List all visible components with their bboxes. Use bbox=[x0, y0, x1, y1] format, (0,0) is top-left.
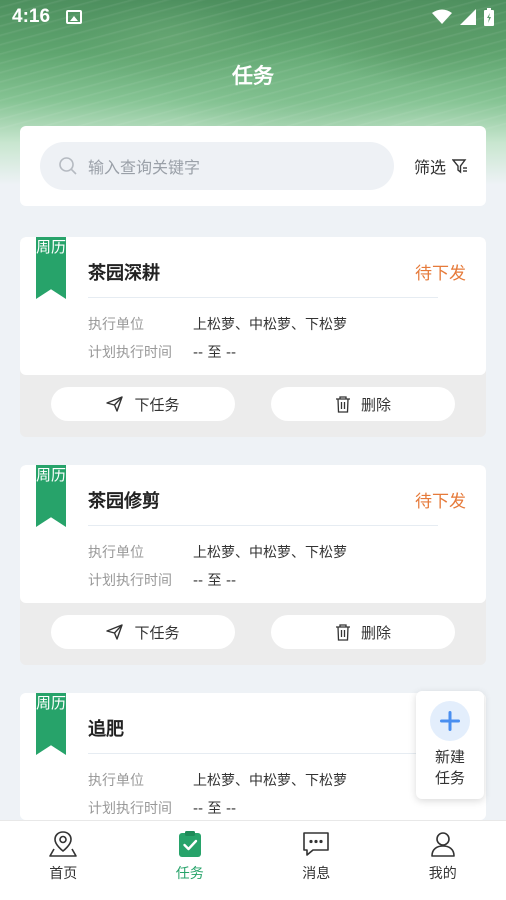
page-title: 任务 bbox=[232, 64, 274, 88]
time-row: 计划执行时间 -- 至 -- bbox=[88, 342, 236, 362]
divider bbox=[88, 753, 438, 754]
time-row: 计划执行时间 -- 至 -- bbox=[88, 570, 236, 590]
search-card: 输入查询关键字 筛选 bbox=[20, 126, 486, 206]
task-actions: 下任务 删除 bbox=[20, 375, 486, 437]
delete-label: 删除 bbox=[360, 623, 391, 642]
wifi-icon bbox=[432, 9, 452, 24]
nav-label: 任务 bbox=[175, 866, 204, 882]
status-icons bbox=[432, 8, 494, 26]
nav-item-profile[interactable]: 我的 bbox=[380, 821, 506, 900]
time-value: -- 至 -- bbox=[193, 801, 237, 817]
calendar-badge: 周历 bbox=[36, 237, 66, 299]
unit-label: 执行单位 bbox=[88, 545, 144, 561]
image-notification-icon bbox=[66, 10, 83, 24]
dispatch-label: 下任务 bbox=[134, 395, 180, 414]
nav-label: 我的 bbox=[428, 866, 457, 882]
filter-icon bbox=[452, 159, 467, 174]
delete-button[interactable]: 删除 bbox=[271, 387, 455, 421]
unit-value: 上松萝、中松萝、下松萝 bbox=[193, 545, 347, 561]
time-row: 计划执行时间 -- 至 -- bbox=[88, 798, 236, 818]
nav-item-tasks[interactable]: 任务 bbox=[127, 821, 254, 900]
nav-label: 消息 bbox=[302, 866, 331, 882]
task-title: 茶园深耕 bbox=[88, 263, 160, 284]
map-pin-icon bbox=[49, 831, 78, 857]
task-status: 待下发 bbox=[415, 492, 466, 512]
unit-label: 执行单位 bbox=[88, 317, 144, 333]
clipboard-check-icon bbox=[178, 831, 201, 857]
unit-row: 执行单位 上松萝、中松萝、下松萝 bbox=[88, 770, 347, 790]
nav-item-messages[interactable]: 消息 bbox=[253, 821, 380, 900]
task-actions: 下任务 删除 bbox=[20, 603, 486, 665]
unit-value: 上松萝、中松萝、下松萝 bbox=[193, 317, 347, 333]
new-task-button[interactable]: 新建任务 bbox=[416, 691, 484, 799]
message-icon bbox=[303, 832, 330, 856]
task-card-body: 周历 茶园深耕 待下发 执行单位 上松萝、中松萝、下松萝 计划执行时间 -- 至… bbox=[20, 237, 486, 375]
filter-label: 筛选 bbox=[413, 158, 446, 177]
time-value: -- 至 -- bbox=[193, 345, 237, 361]
send-icon bbox=[106, 396, 124, 412]
battery-icon bbox=[484, 8, 494, 26]
calendar-badge: 周历 bbox=[36, 465, 66, 527]
dispatch-button[interactable]: 下任务 bbox=[51, 615, 235, 649]
time-label: 计划执行时间 bbox=[88, 345, 172, 361]
divider bbox=[88, 525, 438, 526]
search-input[interactable]: 输入查询关键字 bbox=[40, 142, 394, 190]
search-placeholder: 输入查询关键字 bbox=[88, 158, 201, 177]
signal-icon bbox=[460, 9, 476, 25]
unit-row: 执行单位 上松萝、中松萝、下松萝 bbox=[88, 314, 347, 334]
nav-item-home[interactable]: 首页 bbox=[0, 821, 127, 900]
trash-icon bbox=[335, 396, 350, 413]
status-bar: 4:16 bbox=[0, 0, 506, 34]
status-time: 4:16 bbox=[12, 6, 51, 27]
calendar-badge: 周历 bbox=[36, 693, 66, 755]
delete-button[interactable]: 删除 bbox=[271, 615, 455, 649]
user-icon bbox=[430, 832, 455, 857]
time-value: -- 至 -- bbox=[193, 573, 237, 589]
time-label: 计划执行时间 bbox=[88, 573, 172, 589]
task-title: 茶园修剪 bbox=[88, 491, 160, 512]
filter-button[interactable]: 筛选 bbox=[414, 154, 468, 178]
dispatch-button[interactable]: 下任务 bbox=[51, 387, 235, 421]
unit-label: 执行单位 bbox=[88, 773, 144, 789]
dispatch-label: 下任务 bbox=[134, 623, 180, 642]
bottom-nav: 首页 任务 消息 我的 bbox=[0, 820, 506, 900]
task-card-body: 周历 茶园修剪 待下发 执行单位 上松萝、中松萝、下松萝 计划执行时间 -- 至… bbox=[20, 465, 486, 603]
new-task-label: 新建任务 bbox=[434, 748, 465, 787]
unit-row: 执行单位 上松萝、中松萝、下松萝 bbox=[88, 542, 347, 562]
trash-icon bbox=[335, 624, 350, 641]
delete-label: 删除 bbox=[360, 395, 391, 414]
send-icon bbox=[106, 624, 124, 640]
task-status: 待下发 bbox=[415, 264, 466, 284]
unit-value: 上松萝、中松萝、下松萝 bbox=[193, 773, 347, 789]
time-label: 计划执行时间 bbox=[88, 801, 172, 817]
plus-icon bbox=[430, 701, 470, 741]
nav-label: 首页 bbox=[49, 866, 78, 882]
divider bbox=[88, 297, 438, 298]
task-title: 追肥 bbox=[88, 719, 124, 740]
task-card[interactable]: 周历 茶园深耕 待下发 执行单位 上松萝、中松萝、下松萝 计划执行时间 -- 至… bbox=[20, 237, 486, 437]
task-card[interactable]: 周历 茶园修剪 待下发 执行单位 上松萝、中松萝、下松萝 计划执行时间 -- 至… bbox=[20, 465, 486, 665]
search-icon bbox=[59, 157, 77, 175]
